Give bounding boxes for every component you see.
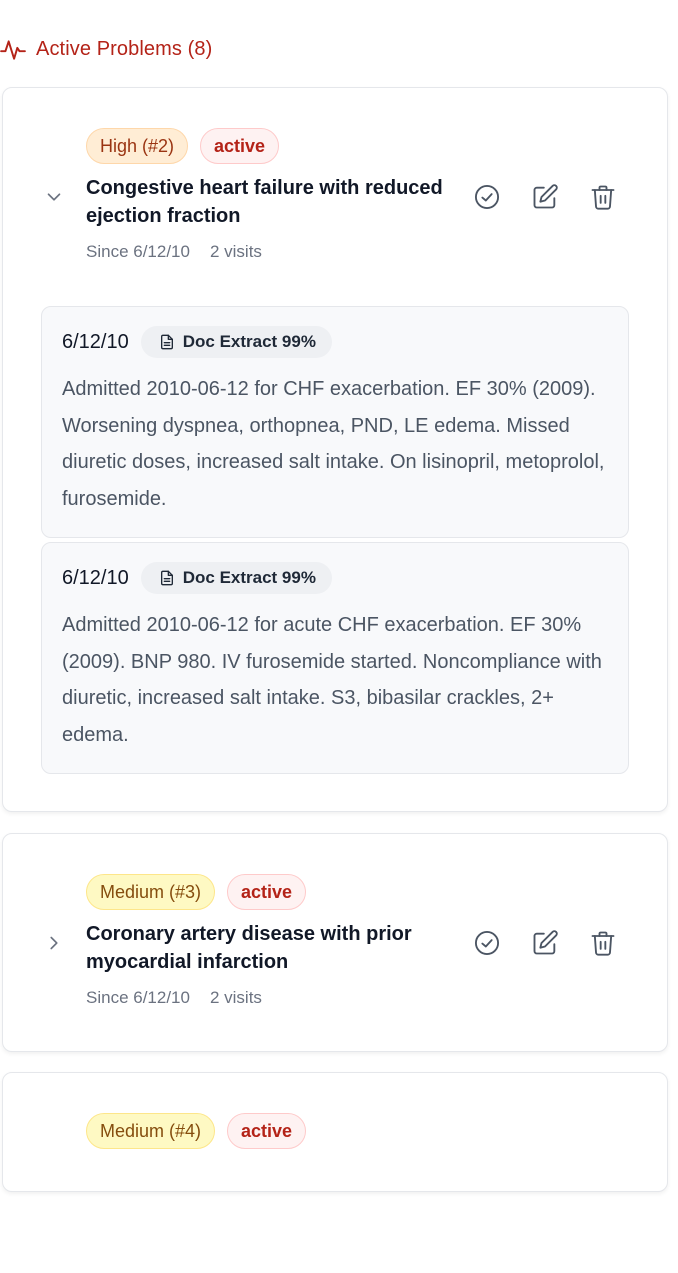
visit-count: 2 visits [209,242,262,261]
problem-card-header[interactable]: High (#2) active Congestive heart failur… [3,88,667,288]
since-date: Since 6/12/10 [86,242,190,261]
check-circle-icon[interactable] [473,183,501,211]
note-date: 6/12/10 [62,566,129,589]
priority-badge: Medium (#4) [86,1113,216,1149]
visit-note: 6/12/10 Doc Extract 99% Admitted 2010-06… [41,542,629,774]
problem-card-header[interactable]: Medium (#3) active Coronary artery disea… [3,834,667,1034]
since-date: Since 6/12/10 [86,988,190,1007]
status-badge: active [200,128,280,164]
source-label: Doc Extract 99% [182,568,316,587]
priority-badge: High (#2) [86,128,189,164]
note-text: Admitted 2010-06-12 for acute CHF exacer… [62,614,602,746]
problem-card-header[interactable]: Medium (#4) active [3,1073,667,1273]
problem-card: Medium (#4) active [2,1072,668,1192]
note-header: 6/12/10 Doc Extract 99% [62,325,608,359]
status-badge: active [227,1113,307,1149]
problem-actions [473,929,617,957]
trash-icon[interactable] [589,183,617,211]
note-header: 6/12/10 Doc Extract 99% [62,561,608,595]
problem-meta: Since 6/12/10 2 visits [86,242,262,262]
document-icon [160,570,173,586]
note-date: 6/12/10 [62,330,129,353]
chevron-right-icon[interactable] [43,932,65,954]
edit-icon[interactable] [531,183,559,211]
activity-pulse-icon [0,40,26,60]
badge-row: Medium (#3) active [86,874,307,910]
edit-icon[interactable] [531,929,559,957]
problem-title: Coronary artery disease with prior myoca… [86,923,412,973]
badge-row: Medium (#4) active [86,1113,307,1149]
document-icon [160,334,173,350]
visit-count: 2 visits [209,988,262,1007]
problem-title: Congestive heart failure with reduced ej… [86,177,443,227]
source-chip: Doc Extract 99% [140,326,332,358]
visit-note: 6/12/10 Doc Extract 99% Admitted 2010-06… [41,306,629,538]
status-badge: active [227,874,307,910]
priority-badge: Medium (#3) [86,874,216,910]
source-chip: Doc Extract 99% [140,562,332,594]
problem-meta: Since 6/12/10 2 visits [86,988,262,1008]
problem-actions [473,183,617,211]
problem-card: High (#2) active Congestive heart failur… [2,87,668,812]
check-circle-icon[interactable] [473,929,501,957]
trash-icon[interactable] [589,929,617,957]
section-title: Active Problems (8) [36,37,213,60]
section-header: Active Problems (8) [0,36,212,62]
note-text: Admitted 2010-06-12 for CHF exacerbation… [62,378,605,510]
chevron-down-icon[interactable] [43,186,65,208]
source-label: Doc Extract 99% [182,332,316,351]
problem-card: Medium (#3) active Coronary artery disea… [2,833,668,1052]
badge-row: High (#2) active [86,128,280,164]
